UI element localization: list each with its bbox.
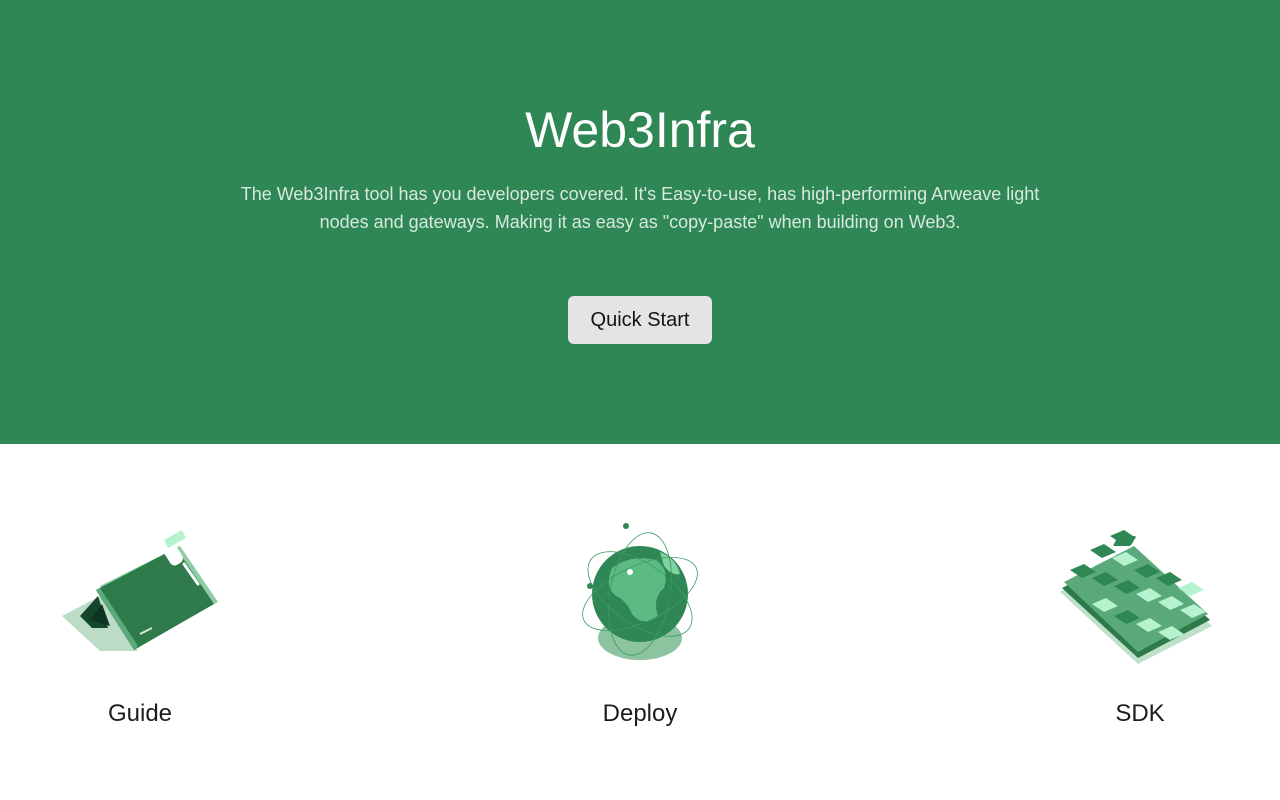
feature-deploy[interactable]: Deploy bbox=[500, 516, 780, 736]
globe-network-icon bbox=[560, 516, 720, 666]
feature-deploy-label: Deploy bbox=[602, 700, 678, 727]
feature-sdk-label: SDK bbox=[1115, 700, 1165, 727]
hero-description: The Web3Infra tool has you developers co… bbox=[240, 184, 1040, 232]
quick-start-button[interactable]: Quick Start bbox=[568, 296, 712, 344]
hero-title: Web3Infra bbox=[525, 102, 755, 158]
feature-guide[interactable]: Guide bbox=[0, 516, 280, 736]
feature-guide-label: Guide bbox=[107, 700, 173, 727]
hero-section: Web3Infra The Web3Infra tool has you dev… bbox=[0, 0, 1280, 444]
sdk-blocks-icon bbox=[1060, 516, 1220, 666]
guide-book-icon bbox=[60, 516, 220, 666]
feature-sdk[interactable]: SDK bbox=[1000, 516, 1280, 736]
